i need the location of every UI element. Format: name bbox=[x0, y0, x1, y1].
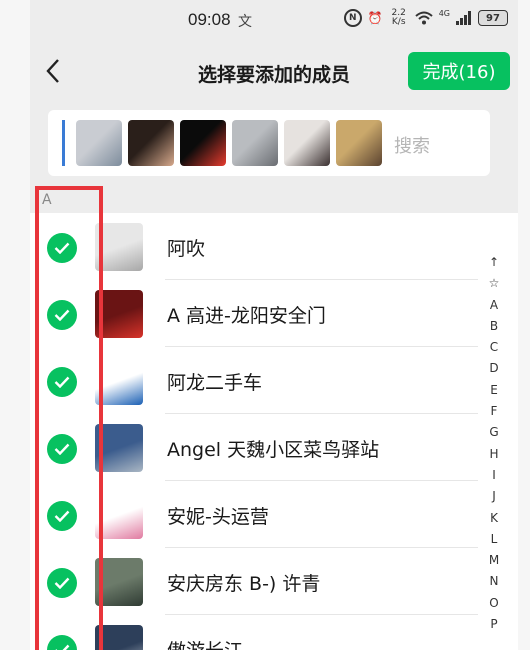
annotation-highlight-box bbox=[35, 186, 103, 650]
network-type: 4G bbox=[438, 9, 450, 18]
selected-avatar[interactable] bbox=[128, 120, 174, 166]
index-letter[interactable]: A bbox=[490, 295, 498, 316]
done-button[interactable]: 完成(16) bbox=[408, 52, 510, 90]
alphabet-index-bar[interactable]: ↑ ☆ A B C D E F G H I J K L M N O P bbox=[486, 252, 502, 635]
contact-name: 阿龙二手车 bbox=[167, 372, 263, 394]
selected-avatar[interactable] bbox=[180, 120, 226, 166]
index-letter[interactable]: ☆ bbox=[489, 273, 500, 294]
index-letter[interactable]: B bbox=[490, 316, 498, 337]
contact-row[interactable]: Angel 天魏小区菜鸟驿站 bbox=[30, 414, 518, 481]
index-letter[interactable]: N bbox=[490, 571, 499, 592]
contact-row[interactable]: 傲游长江 bbox=[30, 615, 518, 650]
index-letter[interactable]: C bbox=[490, 337, 498, 358]
nfc-icon: N bbox=[343, 9, 362, 27]
status-bar: 09:08 文 N ⏰ 2.2 K/s 4G 97 bbox=[30, 0, 518, 40]
index-letter[interactable]: J bbox=[492, 486, 496, 507]
index-letter[interactable]: I bbox=[492, 465, 496, 486]
contact-name: Angel 天魏小区菜鸟驿站 bbox=[167, 439, 380, 461]
network-speed-unit: K/s bbox=[391, 17, 406, 27]
contact-name: 安妮-头运营 bbox=[167, 506, 269, 528]
index-letter[interactable]: ↑ bbox=[489, 252, 499, 273]
search-input[interactable]: 搜索 bbox=[394, 132, 430, 158]
contact-row[interactable]: 安庆房东 B-) 许青 bbox=[30, 548, 518, 615]
status-time: 09:08 bbox=[188, 10, 231, 29]
contact-name: A 高进-龙阳安全门 bbox=[167, 305, 326, 327]
selected-avatar[interactable] bbox=[284, 120, 330, 166]
contact-row[interactable]: 阿吹 bbox=[30, 213, 518, 280]
index-letter[interactable]: F bbox=[491, 401, 498, 422]
contact-name: 傲游长江 bbox=[167, 636, 243, 650]
battery-icon: 97 bbox=[478, 10, 508, 26]
selected-avatar[interactable] bbox=[232, 120, 278, 166]
index-letter[interactable]: H bbox=[489, 444, 498, 465]
selected-avatar[interactable] bbox=[336, 120, 382, 166]
contact-name: 安庆房东 B-) 许青 bbox=[167, 573, 321, 595]
selected-avatar[interactable] bbox=[76, 120, 122, 166]
index-letter[interactable]: G bbox=[489, 422, 498, 443]
signal-icon bbox=[456, 11, 472, 25]
index-letter[interactable]: O bbox=[489, 593, 498, 614]
index-letter[interactable]: L bbox=[491, 529, 498, 550]
alarm-icon: ⏰ bbox=[367, 11, 383, 25]
selected-avatar-partial bbox=[62, 120, 65, 166]
left-gutter bbox=[0, 0, 30, 650]
index-letter[interactable]: K bbox=[490, 508, 498, 529]
index-letter[interactable]: M bbox=[489, 550, 499, 571]
contact-row[interactable]: A 高进-龙阳安全门 bbox=[30, 280, 518, 347]
input-method-glyph: 文 bbox=[238, 14, 252, 30]
index-letter[interactable]: D bbox=[489, 358, 498, 379]
index-letter[interactable]: P bbox=[490, 614, 497, 635]
contact-row[interactable]: 安妮-头运营 bbox=[30, 481, 518, 548]
index-letter[interactable]: E bbox=[490, 380, 498, 401]
status-icons: N ⏰ 2.2 K/s 4G 97 bbox=[343, 9, 508, 27]
selected-members-bar[interactable]: 搜索 bbox=[48, 110, 490, 176]
contact-row[interactable]: 阿龙二手车 bbox=[30, 347, 518, 414]
contact-name: 阿吹 bbox=[167, 238, 206, 260]
header: 选择要添加的成员 完成(16) bbox=[30, 44, 518, 100]
network-speed: 2.2 K/s bbox=[389, 9, 409, 27]
wifi-icon bbox=[415, 11, 433, 25]
contact-list: 阿吹 A 高进-龙阳安全门 阿龙二手车 Angel 天魏小区菜鸟驿站 安妮-头运营安庆房… bbox=[30, 213, 518, 650]
right-gutter bbox=[518, 0, 530, 650]
